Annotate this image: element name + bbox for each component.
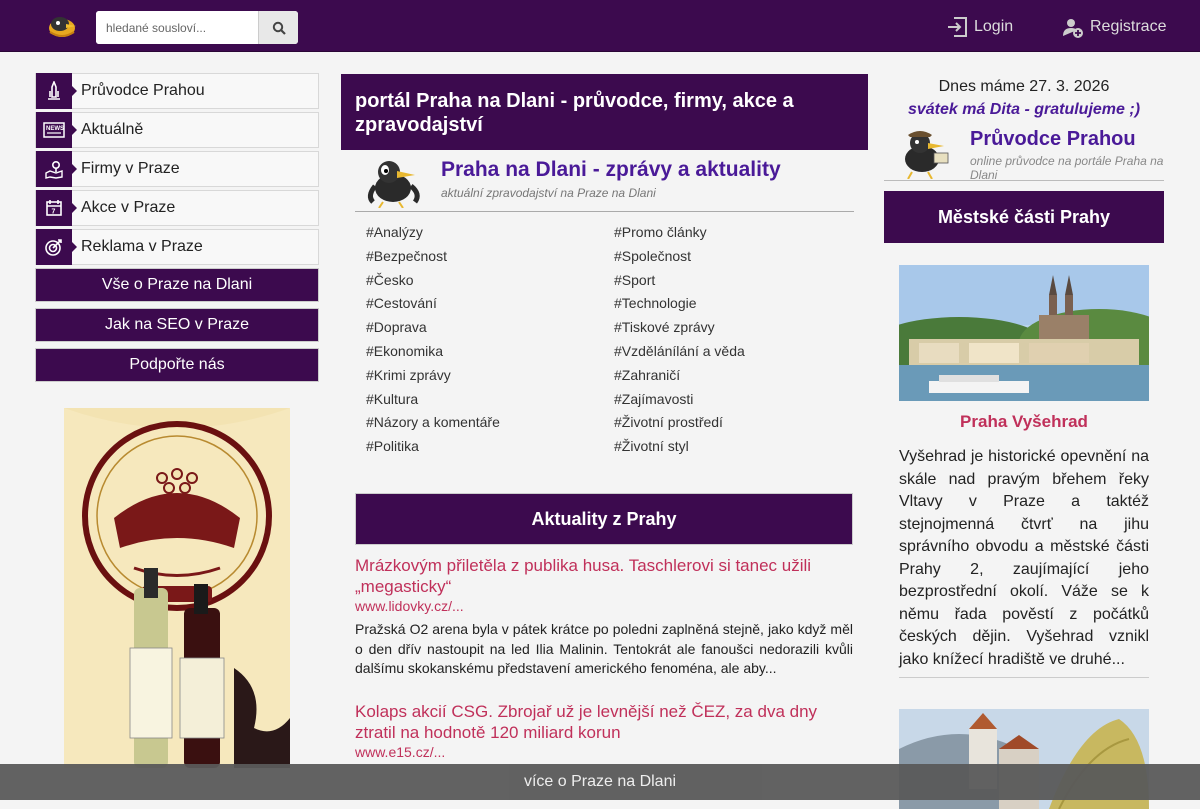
district-title-link[interactable]: Praha Vyšehrad [899,412,1149,432]
login-link[interactable]: Login [946,15,1013,39]
sidebar-item-firmy[interactable]: Firmy v Praze [35,151,319,187]
tag-link[interactable]: Politika [366,438,419,454]
tag-link[interactable]: Doprava [366,319,427,335]
svg-text:NEWS: NEWS [46,126,64,132]
register-link[interactable]: Registrace [1062,15,1166,39]
brand-row: Praha na Dlani - zprávy a aktuality aktu… [355,150,854,212]
map-pin-icon [36,151,77,187]
crow-logo-icon[interactable] [46,12,78,40]
tag-link[interactable]: Technologie [614,295,697,311]
tag-link[interactable]: Vzdělánílání a věda [614,343,745,359]
aktuality-heading: Aktuality z Prahy [355,493,853,545]
svg-text:7: 7 [52,209,56,216]
footer-more-link[interactable]: více o Praze na Dlani [0,764,1200,800]
date-text: Dnes máme 27. 3. 2026 [938,78,1110,95]
nameday-text: svátek má Dita - gratulujeme ;) [907,101,1141,118]
news-icon: NEWS [36,112,77,148]
sidebar-item-pruvodce[interactable]: Průvodce Prahou [35,73,319,109]
sidebar-item-label: Akce v Praze [81,199,176,216]
portal-title: portál Praha na Dlani - průvodce, firmy,… [341,74,868,150]
crow-mascot-icon [363,156,425,213]
calendar-icon: 7 [36,190,77,226]
news-item: Kolaps akcií CSG. Zbrojař už je levnější… [355,701,853,760]
news-excerpt: Pražská O2 arena byla v pátek krátce po … [355,621,853,676]
tag-link[interactable]: Ekonomika [366,343,443,359]
left-sidebar: Průvodce Prahou NEWS Aktuálně Firmy v Pr… [35,73,319,388]
tag-link[interactable]: Analýzy [366,224,423,240]
seo-button[interactable]: Jak na SEO v Praze [35,308,319,342]
guide-title-link[interactable]: Průvodce Prahou [970,128,1136,151]
target-icon [36,229,77,265]
sidebar-item-label: Firmy v Praze [81,160,180,177]
right-sidebar: Dnes máme 27. 3. 2026 svátek má Dita - g… [884,74,1164,809]
search-box [96,11,298,44]
tag-link[interactable]: Sport [614,272,655,288]
tag-link[interactable]: Cestování [366,295,437,311]
news-source-link[interactable]: www.e15.cz/... [355,744,853,760]
sidebar-item-label: Průvodce Prahou [81,82,205,99]
news-title-link[interactable]: Kolaps akcií CSG. Zbrojař už je levnější… [355,701,853,743]
tag-link[interactable]: Tiskové zprávy [614,319,715,335]
advertisement-banner[interactable] [64,408,290,768]
brand-subtitle: aktuální zpravodajství na Praze na Dlani [441,186,656,200]
crow-guide-icon [894,127,954,184]
sidebar-item-label: Aktuálně [81,121,144,138]
login-label: Login [974,18,1014,35]
search-icon [272,21,286,35]
guide-row: Průvodce Prahou online průvodce na portá… [884,127,1164,181]
register-label: Registrace [1090,18,1167,35]
news-item: Mrázkovým přiletěla z publika husa. Tasc… [355,555,853,679]
sidebar-item-aktualne[interactable]: NEWS Aktuálně [35,112,319,148]
brand-title-link[interactable]: Praha na Dlani - zprávy a aktuality [441,158,781,182]
tag-link[interactable]: Promo články [614,224,707,240]
guide-subtitle: online průvodce na portále Praha na Dlan… [970,154,1164,180]
add-user-icon [1063,19,1083,38]
tag-link[interactable]: Životní prostředí [614,414,723,430]
news-source-link[interactable]: www.lidovky.cz/... [355,598,853,614]
vse-o-praze-button[interactable]: Vše o Praze na Dlani [35,268,319,302]
search-input[interactable] [96,11,258,44]
main-content: portál Praha na Dlani - průvodce, firmy,… [341,74,868,760]
sidebar-item-akce[interactable]: 7 Akce v Praze [35,190,319,226]
search-button[interactable] [258,11,298,44]
tag-link[interactable]: Názory a komentáře [366,414,500,430]
news-title-link[interactable]: Mrázkovým přiletěla z publika husa. Tasc… [355,555,853,597]
districts-heading: Městské části Prahy [884,191,1164,243]
podporte-nas-button[interactable]: Podpořte nás [35,348,319,382]
tag-link[interactable]: Společnost [614,248,691,264]
tag-link[interactable]: Zajímavosti [614,391,694,407]
tag-link[interactable]: Krimi zprávy [366,367,451,383]
sidebar-item-label: Reklama v Praze [81,238,203,255]
tag-list: Analýzy Bezpečnost Česko Cestování Dopra… [355,224,854,464]
tag-link[interactable]: Kultura [366,391,418,407]
district-description: Vyšehrad je historické opevnění na skále… [899,448,1149,668]
tag-link[interactable]: Životní styl [614,438,689,454]
login-icon [948,17,967,37]
divider [899,677,1149,678]
tag-link[interactable]: Bezpečnost [366,248,447,264]
tag-link[interactable]: Zahraničí [614,367,680,383]
district-image[interactable] [899,265,1149,401]
sidebar-item-reklama[interactable]: Reklama v Praze [35,229,319,265]
tag-link[interactable]: Česko [366,272,414,288]
monument-icon [36,73,77,109]
top-navbar: Login Registrace [0,0,1200,52]
